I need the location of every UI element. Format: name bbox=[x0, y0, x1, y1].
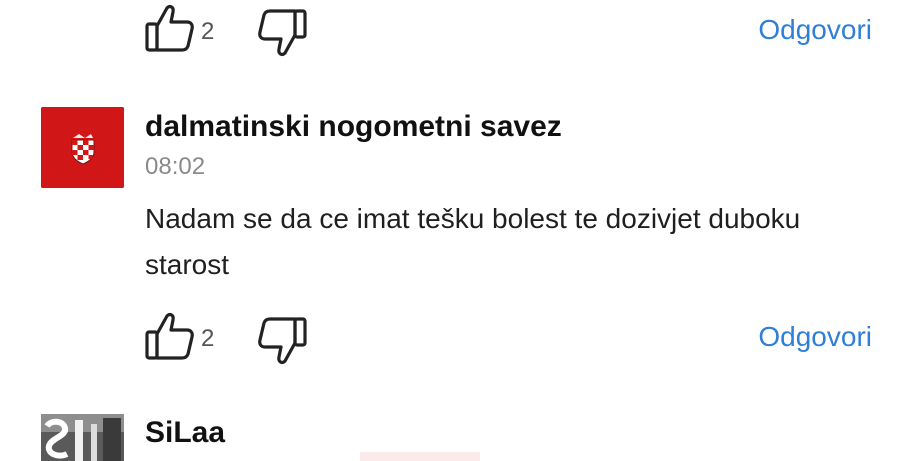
comment-time: 08:02 bbox=[145, 153, 206, 180]
reply-button[interactable]: Odgovori bbox=[758, 14, 872, 46]
background-artifact bbox=[360, 452, 480, 461]
comment-text: Nadam se da ce imat tešku bolest te dozi… bbox=[145, 203, 801, 280]
profile-photo-icon bbox=[41, 414, 124, 461]
like-count: 2 bbox=[201, 325, 215, 352]
avatar[interactable] bbox=[41, 107, 124, 188]
author-name[interactable]: dalmatinski nogometni savez bbox=[145, 110, 562, 144]
comment-actions: 2 Odgovori bbox=[0, 308, 900, 368]
comment-actions: 2 Odgovori bbox=[0, 0, 900, 60]
like-count: 2 bbox=[201, 18, 215, 45]
thumbs-down-icon[interactable] bbox=[257, 7, 309, 64]
thumbs-down-icon[interactable] bbox=[257, 315, 309, 372]
thumbs-up-icon[interactable] bbox=[143, 2, 195, 59]
reply-button[interactable]: Odgovori bbox=[758, 321, 872, 353]
avatar[interactable] bbox=[41, 414, 124, 461]
author-name[interactable]: SiLaa bbox=[145, 416, 225, 450]
thumbs-up-icon[interactable] bbox=[143, 310, 195, 367]
crest-icon bbox=[41, 107, 124, 188]
